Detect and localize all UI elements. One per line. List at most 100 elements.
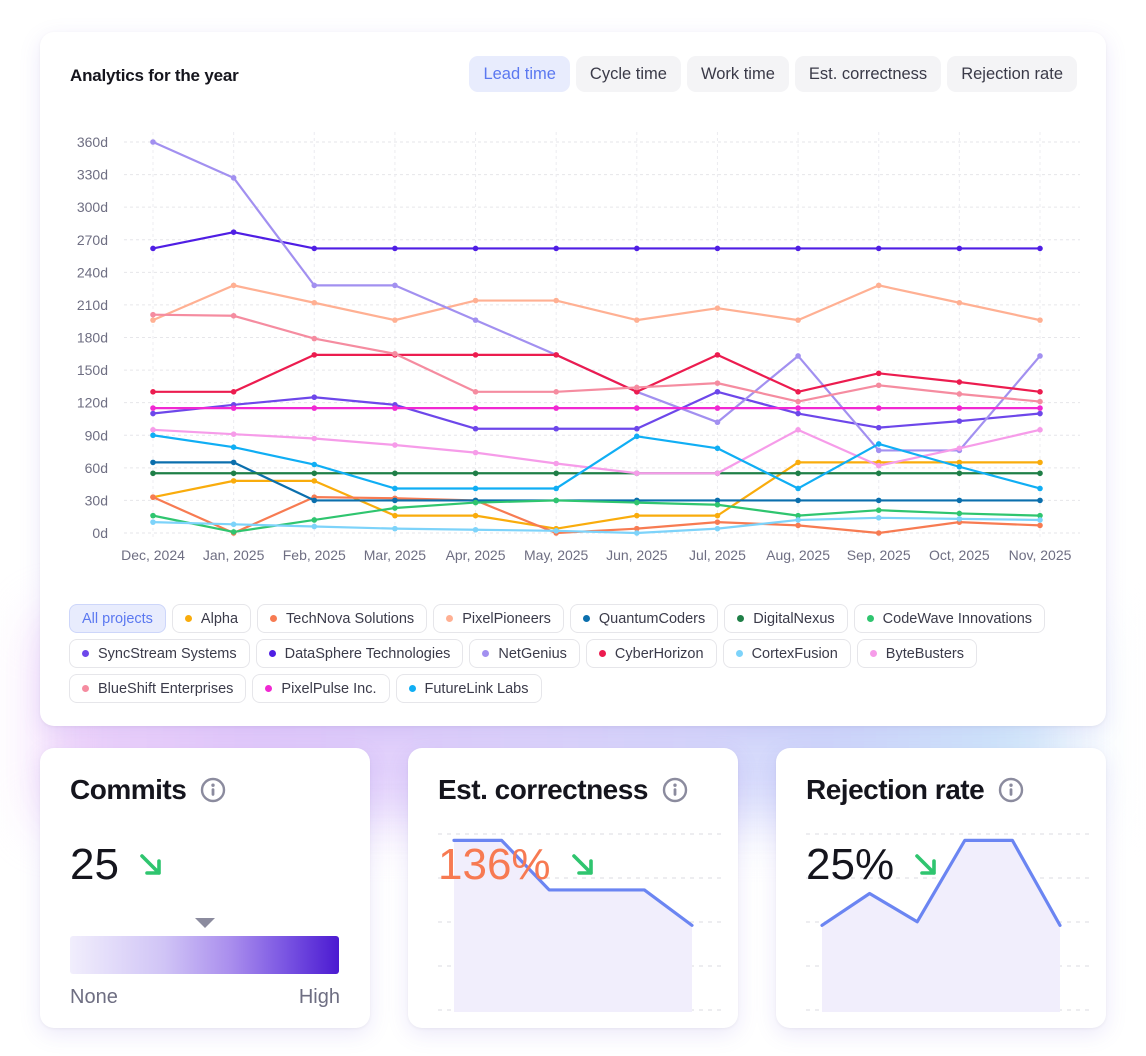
data-point [150,317,156,323]
data-point [392,512,398,519]
legend-item-technova-solutions[interactable]: TechNova Solutions [257,604,428,633]
x-tick-label: Feb, 2025 [283,547,346,563]
info-icon[interactable] [200,777,226,803]
legend-all-projects[interactable]: All projects [69,604,166,633]
legend-color-dot-icon [869,650,877,657]
legend-color-dot-icon [866,615,874,622]
metric-tabs: Lead time Cycle time Work time Est. corr… [469,56,1077,92]
data-point [472,425,479,432]
legend-color-dot-icon [270,615,278,622]
legend-label: BlueShift Enterprises [98,680,234,697]
data-point [230,470,237,477]
rejection-value-row: 25% [806,840,940,890]
data-point [1037,389,1043,395]
data-point [634,317,640,323]
data-point [634,499,640,506]
data-point [230,521,237,528]
legend-item-pixelpulse-inc-[interactable]: PixelPulse Inc. [252,674,390,703]
tab-rejection-rate[interactable]: Rejection rate [947,56,1077,92]
x-tick-label: Aug, 2025 [766,547,830,563]
legend-item-blueshift-enterprises[interactable]: BlueShift Enterprises [69,674,247,703]
data-point [1037,522,1043,529]
data-point [230,312,237,319]
legend-color-dot-icon [82,685,89,692]
data-point [230,405,237,411]
y-tick-label: 180d [77,330,108,346]
legend-item-bytebusters[interactable]: ByteBusters [856,639,977,668]
data-point [150,519,156,525]
data-point [875,424,882,431]
x-tick-label: Sep, 2025 [847,547,911,563]
legend-item-syncstream-systems[interactable]: SyncStream Systems [69,639,250,668]
legend-label: QuantumCoders [598,610,706,627]
commits-value-row: 25 [70,840,165,890]
data-point [311,245,318,252]
data-point [1037,517,1043,523]
legend-label: All projects [82,610,153,627]
data-point [311,405,318,411]
tab-cycle-time[interactable]: Cycle time [575,56,681,92]
legend-item-cyberhorizon[interactable]: CyberHorizon [585,639,717,668]
legend-item-pixelpioneers[interactable]: PixelPioneers [433,604,564,633]
data-point [150,405,156,411]
legend-color-dot-icon [268,650,276,657]
y-tick-label: 90d [85,427,108,443]
legend-item-netgenius[interactable]: NetGenius [469,639,580,668]
legend-item-futurelink-labs[interactable]: FutureLink Labs [395,674,542,703]
data-point [1037,459,1043,466]
legend-item-digitalnexus[interactable]: DigitalNexus [724,604,848,633]
data-point [875,462,882,469]
legend-item-codewave-innovations[interactable]: CodeWave Innovations [853,604,1046,633]
page-title: Analytics for the year [70,66,239,85]
data-point [553,497,559,504]
legend-label: CortexFusion [751,645,838,662]
data-point [311,299,318,306]
data-point [553,485,559,492]
legend-label: ByteBusters [885,645,964,662]
legend-color-dot-icon [446,615,454,622]
data-point [553,352,559,358]
data-point [472,499,479,506]
legend-item-quantumcoders[interactable]: QuantumCoders [569,604,719,633]
rejection-title: Rejection rate [806,774,985,805]
series-line-syncstream-systems [152,390,1041,430]
data-point [230,529,237,535]
data-point [956,470,963,477]
legend-item-cortexfusion[interactable]: CortexFusion [722,639,851,668]
data-point [714,380,721,386]
tab-lead-time[interactable]: Lead time [469,56,570,92]
legend-color-dot-icon [482,650,490,657]
data-point [1037,410,1043,417]
data-point [714,470,721,477]
data-point [472,389,479,395]
x-tick-label: Oct, 2025 [929,547,990,563]
data-point [634,530,640,536]
legend-label: PixelPioneers [462,610,551,627]
data-point [553,389,559,395]
data-point [795,353,801,359]
data-point [1037,398,1043,405]
data-point [956,463,963,470]
info-icon[interactable] [662,777,688,803]
legend-item-datasphere-technologies[interactable]: DataSphere Technologies [255,639,464,668]
data-point [1037,405,1043,411]
info-icon[interactable] [998,777,1024,803]
data-point [875,282,882,289]
data-point [230,459,237,466]
y-tick-label: 120d [77,395,108,411]
data-point [795,427,801,433]
data-point [795,398,801,405]
legend-color-dot-icon [408,685,416,692]
legend-item-alpha[interactable]: Alpha [171,604,252,633]
data-point [472,405,479,411]
data-point [311,394,318,401]
tab-est-correctness[interactable]: Est. correctness [794,56,942,92]
data-point [1037,470,1043,477]
tab-work-time[interactable]: Work time [686,56,789,92]
data-point [634,425,640,432]
data-point [875,405,882,411]
data-point [875,514,882,521]
x-tick-label: Nov, 2025 [1009,547,1072,563]
series-line-blueshift-enterprises [152,313,1041,403]
x-tick-label: Mar, 2025 [364,547,426,563]
